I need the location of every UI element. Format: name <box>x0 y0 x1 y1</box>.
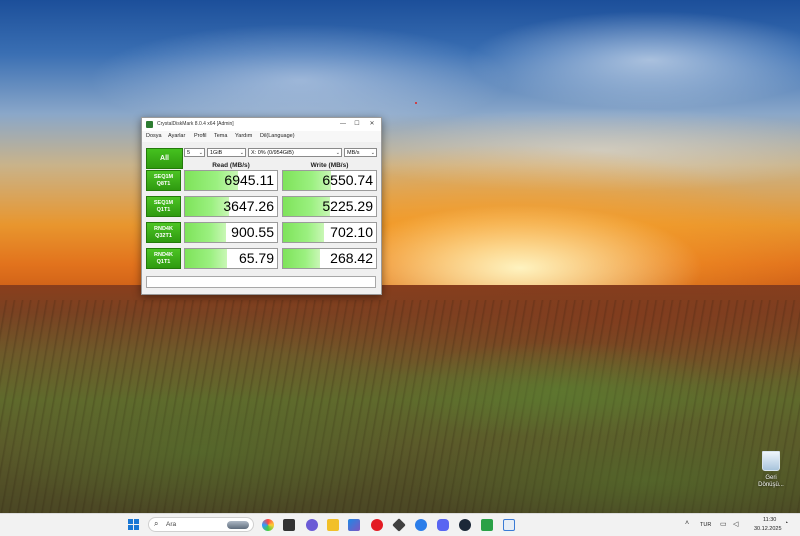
taskbar-search[interactable]: ⌕ Ara <box>148 517 254 532</box>
title-bar[interactable]: CrystalDiskMark 8.0.4 x64 [Admin] — ☐ ✕ <box>142 118 381 131</box>
test-count-select[interactable]: 5 ⌄ <box>184 148 205 157</box>
volume-icon[interactable]: ◁ <box>733 520 738 528</box>
menu-yardim[interactable]: Yardım <box>235 133 252 139</box>
mouse-pointer <box>415 102 417 104</box>
taskbar: ⌕ Ara ˄ TUR ▭ ◁ 11:30 30.12.2025 ◔ <box>0 513 800 536</box>
unit-select[interactable]: MB/s ⌄ <box>344 148 377 157</box>
read-result-value: 900.55 <box>231 224 274 240</box>
chevron-up-icon[interactable]: ˄ <box>685 520 689 527</box>
recycle-bin-label: Geri Dönüşü... <box>758 475 784 488</box>
read-result-value: 3647.26 <box>223 198 274 214</box>
menu-tema[interactable]: Tema <box>214 133 227 139</box>
test-queue-thread: Q32T1 <box>155 233 172 239</box>
test-name: SEQ1M <box>153 200 174 206</box>
unit-value: MB/s <box>347 150 360 156</box>
chevron-down-icon: ⌄ <box>198 150 203 156</box>
chat-icon[interactable] <box>306 519 318 531</box>
read-result-value: 6945.11 <box>224 172 274 188</box>
menu-language[interactable]: Dil(Language) <box>260 133 295 139</box>
test-size-select[interactable]: 1GiB ⌄ <box>207 148 246 157</box>
search-highlight-image <box>227 521 249 529</box>
green-app-icon[interactable] <box>481 519 493 531</box>
write-result-bar <box>283 249 321 268</box>
read-result-cell: 6945.11 <box>184 170 278 191</box>
drive-value: X: 0% (0/954GiB) <box>251 150 294 156</box>
copilot-icon[interactable] <box>262 519 274 531</box>
test-size-value: 1GiB <box>210 150 223 156</box>
test-label-4[interactable]: RND4K Q1T1 <box>146 248 181 269</box>
read-result-cell: 3647.26 <box>184 196 278 217</box>
test-queue-thread: Q8T1 <box>156 181 171 187</box>
menu-profil[interactable]: Profil <box>194 133 207 139</box>
read-result-bar <box>185 249 228 268</box>
read-result-cell: 65.79 <box>184 248 278 269</box>
app-hexagon-icon[interactable] <box>392 518 406 532</box>
write-result-value: 268.42 <box>330 250 373 266</box>
close-button[interactable]: ✕ <box>367 120 377 129</box>
edge-icon[interactable] <box>415 519 427 531</box>
wallpaper-sky <box>0 0 800 300</box>
crystaldiskmark-taskbar-icon[interactable] <box>503 519 515 531</box>
menu-ayarlar[interactable]: Ayarlar <box>168 133 185 139</box>
recycle-bin-icon <box>762 451 780 471</box>
drive-select[interactable]: X: 0% (0/954GiB) ⌄ <box>248 148 342 157</box>
discord-icon[interactable] <box>437 519 449 531</box>
read-result-value: 65.79 <box>238 250 274 266</box>
test-name: RND4K <box>154 226 173 232</box>
write-result-bar <box>283 223 324 242</box>
test-label-2[interactable]: SEQ1M Q1T1 <box>146 196 181 217</box>
read-result-bar <box>185 223 227 242</box>
maximize-button[interactable]: ☐ <box>352 120 362 129</box>
store-icon[interactable] <box>348 519 360 531</box>
chevron-down-icon: ⌄ <box>239 150 244 156</box>
write-result-cell: 702.10 <box>282 222 377 243</box>
write-result-cell: 6550.74 <box>282 170 377 191</box>
desktop-icon-recycle-bin[interactable]: Geri Dönüşü... <box>754 451 788 489</box>
test-queue-thread: Q1T1 <box>156 207 171 213</box>
crystaldiskmark-app-icon <box>146 121 153 128</box>
desktop-wallpaper <box>0 0 800 513</box>
write-result-cell: 268.42 <box>282 248 377 269</box>
test-count-value: 5 <box>187 150 191 156</box>
write-result-value: 6550.74 <box>322 172 373 188</box>
write-result-value: 702.10 <box>330 224 373 240</box>
crystaldiskmark-window: CrystalDiskMark 8.0.4 x64 [Admin] — ☐ ✕ … <box>141 117 382 295</box>
write-result-cell: 5225.29 <box>282 196 377 217</box>
network-icon[interactable]: ▭ <box>720 520 727 528</box>
chevron-down-icon: ⌄ <box>335 150 340 156</box>
test-name: RND4K <box>154 252 173 258</box>
notification-bell-icon[interactable]: ◔ <box>784 520 788 527</box>
clock-time[interactable]: 11:30 <box>763 517 776 523</box>
read-header: Read (MB/s) <box>212 162 250 169</box>
chevron-down-icon: ⌄ <box>370 150 375 156</box>
task-view-icon[interactable] <box>283 519 295 531</box>
file-explorer-icon[interactable] <box>327 519 339 531</box>
input-language[interactable]: TUR <box>700 522 711 528</box>
comment-field[interactable] <box>146 276 376 288</box>
write-header: Write (MB/s) <box>310 162 349 169</box>
opera-icon[interactable] <box>371 519 383 531</box>
read-result-cell: 900.55 <box>184 222 278 243</box>
test-name: SEQ1M <box>153 174 174 180</box>
minimize-button[interactable]: — <box>338 120 348 129</box>
menu-bar: Dosya Ayarlar Profil Tema Yardım Dil(Lan… <box>142 131 381 142</box>
write-result-value: 5225.29 <box>322 198 373 214</box>
test-queue-thread: Q1T1 <box>156 259 171 265</box>
clock-date[interactable]: 30.12.2025 <box>754 526 782 532</box>
menu-dosya[interactable]: Dosya <box>146 133 162 139</box>
search-icon: ⌕ <box>154 519 159 528</box>
search-placeholder: Ara <box>166 521 177 528</box>
start-button[interactable] <box>128 519 140 531</box>
wallpaper-crops <box>0 330 800 513</box>
window-title: CrystalDiskMark 8.0.4 x64 [Admin] <box>157 121 234 127</box>
steam-icon[interactable] <box>459 519 471 531</box>
test-label-3[interactable]: RND4K Q32T1 <box>146 222 181 243</box>
all-button[interactable]: All <box>146 148 183 169</box>
test-label-1[interactable]: SEQ1M Q8T1 <box>146 170 181 191</box>
